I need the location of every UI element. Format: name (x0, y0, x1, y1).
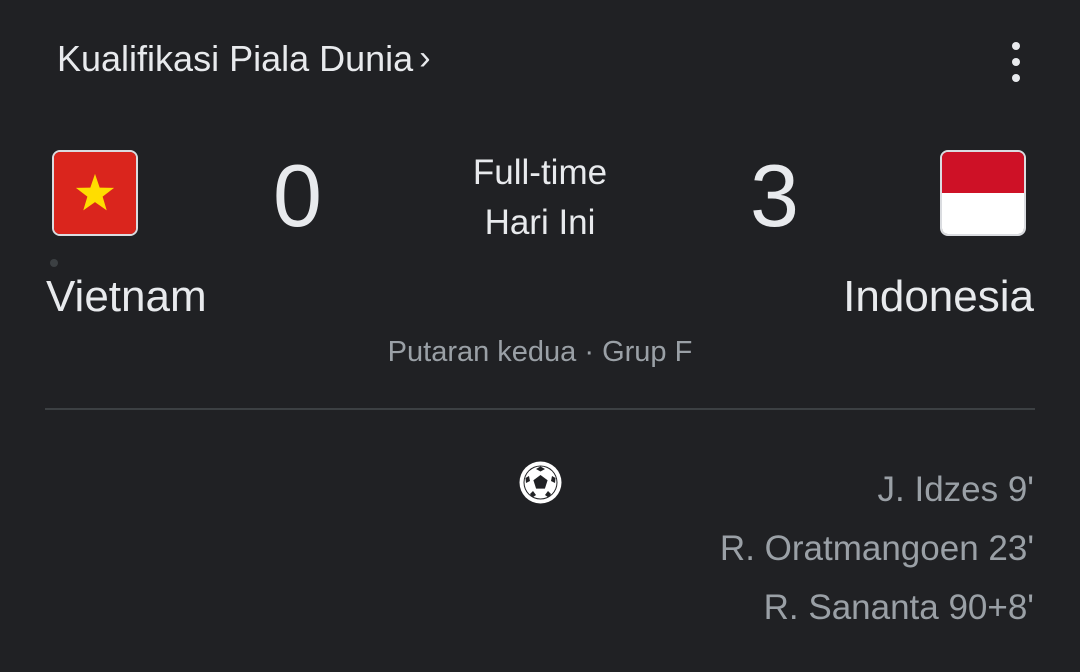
competition-link[interactable]: Kualifikasi Piala Dunia › (57, 38, 431, 80)
more-vert-icon[interactable] (1004, 42, 1028, 82)
home-team-name[interactable]: Vietnam (46, 272, 207, 322)
indonesia-flag-graphic (942, 152, 1024, 234)
divider (45, 408, 1035, 410)
more-dot (1012, 42, 1020, 50)
more-dot (1012, 58, 1020, 66)
scorer-entry[interactable]: R. Oratmangoen 23' (720, 519, 1034, 578)
away-score: 3 (750, 146, 799, 245)
vietnam-flag-graphic (54, 152, 136, 234)
vietnam-flag-icon[interactable] (52, 150, 138, 236)
scorer-entry[interactable]: R. Sananta 90+8' (720, 578, 1034, 637)
indicator-dot (50, 259, 58, 267)
chevron-right-icon: › (419, 38, 431, 77)
indonesia-flag-icon[interactable] (940, 150, 1026, 236)
home-score: 0 (273, 146, 322, 245)
soccer-ball-icon (518, 460, 563, 505)
scorers-list: J. Idzes 9' R. Oratmangoen 23' R. Sanant… (720, 460, 1034, 637)
scorer-entry[interactable]: J. Idzes 9' (720, 460, 1034, 519)
status-date: Hari Ini (484, 203, 596, 242)
away-team-name[interactable]: Indonesia (843, 272, 1034, 322)
match-status: Full-time Hari Ini (440, 148, 640, 248)
competition-title: Kualifikasi Piala Dunia (57, 38, 414, 79)
status-full-time: Full-time (472, 153, 608, 192)
soccer-ball-graphic (519, 461, 562, 504)
more-dot (1012, 74, 1020, 82)
round-info: Putaran kedua · Grup F (387, 336, 693, 368)
